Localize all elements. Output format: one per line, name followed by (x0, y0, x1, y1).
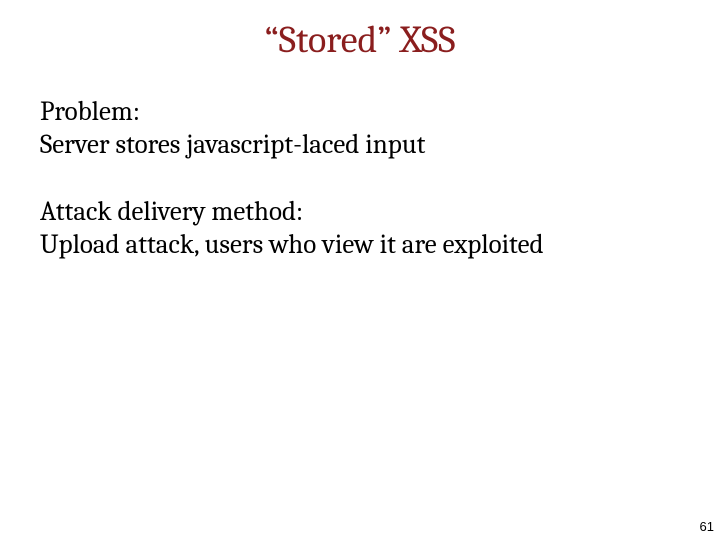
body-line: Problem: (40, 96, 690, 129)
slide-body: Problem: Server stores javascript-laced … (40, 96, 690, 296)
slide: “Stored” XSS Problem: Server stores java… (0, 0, 720, 540)
body-line: Upload attack, users who view it are exp… (40, 229, 690, 262)
body-line: Server stores javascript-laced input (40, 129, 690, 162)
body-block-2: Attack delivery method: Upload attack, u… (40, 196, 690, 262)
body-line: Attack delivery method: (40, 196, 690, 229)
body-block-1: Problem: Server stores javascript-laced … (40, 96, 690, 162)
slide-title: “Stored” XSS (0, 18, 720, 62)
page-number: 61 (700, 519, 714, 534)
